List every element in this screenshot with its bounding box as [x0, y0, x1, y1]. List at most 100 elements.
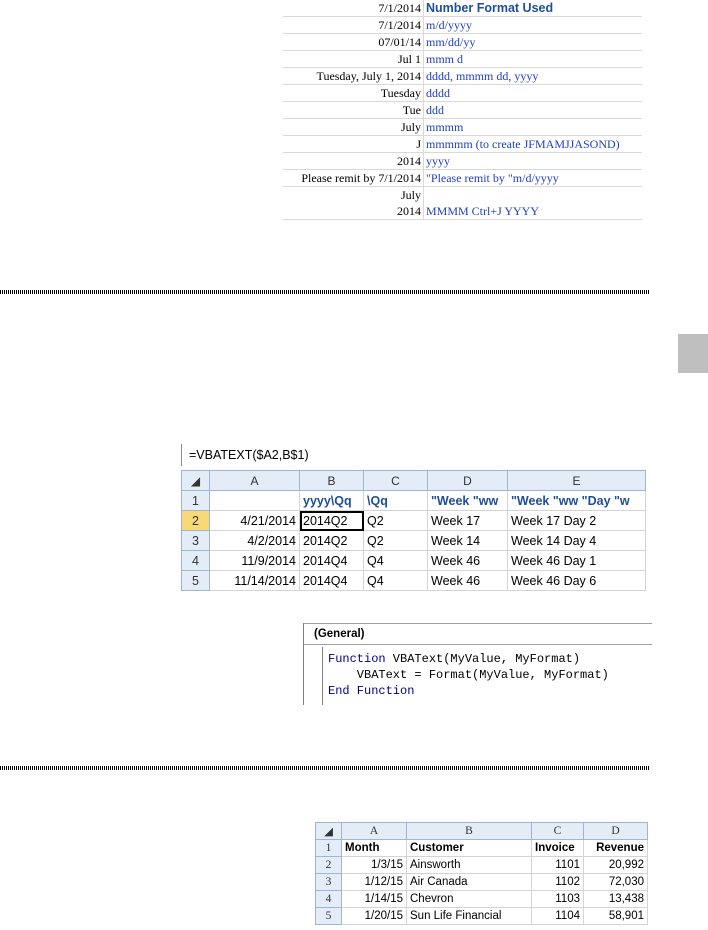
- format-table-row: Jul 1 mmm d: [283, 50, 642, 68]
- cell[interactable]: Customer: [406, 839, 532, 857]
- row-header[interactable]: 5: [315, 907, 342, 925]
- row-header[interactable]: 2: [315, 856, 342, 874]
- cell[interactable]: [209, 490, 300, 511]
- cell[interactable]: Week 46 Day 6: [507, 570, 646, 591]
- code-text: VBAText(MyValue, MyFormat): [385, 652, 581, 666]
- cell[interactable]: 1/14/15: [341, 890, 407, 908]
- cell[interactable]: 4/2/2014: [209, 530, 300, 551]
- format-code-cell: [424, 187, 643, 204]
- format-table-row: Jmmmmm (to create JFMAMJJASOND): [283, 135, 642, 153]
- cell[interactable]: Q2: [363, 530, 428, 551]
- cell[interactable]: Q2: [363, 510, 428, 531]
- column-header[interactable]: C: [531, 822, 584, 840]
- format-code-cell: "Please remit by "m/d/yyyy: [423, 169, 642, 187]
- format-value-cell: J: [283, 135, 424, 153]
- cell[interactable]: Ainsworth: [406, 856, 532, 874]
- format-value-cell: Tue: [283, 101, 424, 119]
- table-row: 3 1/12/15 Air Canada 1102 72,030: [315, 873, 648, 891]
- cell[interactable]: 2014Q4: [299, 570, 364, 591]
- column-header[interactable]: A: [209, 470, 300, 491]
- column-header[interactable]: C: [363, 470, 428, 491]
- section-divider: [0, 766, 650, 770]
- object-dropdown[interactable]: (General): [304, 623, 652, 645]
- cell[interactable]: "Week "ww: [427, 490, 508, 511]
- row-header[interactable]: 4: [181, 550, 210, 571]
- column-header[interactable]: D: [583, 822, 648, 840]
- row-header[interactable]: 1: [181, 490, 210, 511]
- cell[interactable]: 1103: [531, 890, 584, 908]
- cell[interactable]: "Week "ww "Day "w: [507, 490, 646, 511]
- cell[interactable]: Week 14: [427, 530, 508, 551]
- cell[interactable]: Month: [341, 839, 407, 857]
- cell[interactable]: Q4: [363, 570, 428, 591]
- select-all-corner[interactable]: ◢: [181, 470, 210, 491]
- cell[interactable]: 1/3/15: [341, 856, 407, 874]
- formula-bar[interactable]: =VBATEXT($A2,B$1): [181, 444, 659, 466]
- format-value-cell: Please remit by 7/1/2014: [283, 169, 424, 187]
- format-code-cell: mmmmm (to create JFMAMJJASOND): [423, 135, 642, 153]
- cell[interactable]: Chevron: [406, 890, 532, 908]
- cell[interactable]: 72,030: [583, 873, 648, 891]
- column-header-row: ◢ A B C D E: [181, 470, 646, 491]
- spreadsheet-grid-2: ◢ A B C D 1 Month Customer Invoice Reven…: [315, 822, 648, 925]
- cell[interactable]: 1101: [531, 856, 584, 874]
- cell[interactable]: Invoice: [531, 839, 584, 857]
- format-table-row: 07/01/14 mm/dd/yy: [283, 33, 642, 51]
- vba-code-window: (General) Function VBAText(MyValue, MyFo…: [303, 623, 652, 705]
- cell[interactable]: 1102: [531, 873, 584, 891]
- table-row: 5 1/20/15 Sun Life Financial 1104 58,901: [315, 907, 648, 925]
- cell[interactable]: Sun Life Financial: [406, 907, 532, 925]
- spreadsheet-grid: ◢ A B C D E 1 yyyy\Qq \Qq "Week "ww "Wee…: [181, 470, 646, 591]
- cell[interactable]: 20,992: [583, 856, 648, 874]
- column-header[interactable]: D: [427, 470, 508, 491]
- vba-code[interactable]: Function VBAText(MyValue, MyFormat) VBAT…: [328, 651, 609, 699]
- cell[interactable]: Revenue: [583, 839, 648, 857]
- row-header[interactable]: 5: [181, 570, 210, 591]
- row-header[interactable]: 2: [181, 510, 210, 531]
- cell[interactable]: Air Canada: [406, 873, 532, 891]
- code-keyword: Function: [328, 652, 386, 666]
- cell[interactable]: Q4: [363, 550, 428, 571]
- cell[interactable]: 58,901: [583, 907, 648, 925]
- active-cell[interactable]: 2014Q2: [299, 510, 364, 531]
- format-code-cell: mmmm: [423, 118, 642, 136]
- cell[interactable]: Week 17 Day 2: [507, 510, 646, 531]
- format-table-row: Tue ddd: [283, 101, 642, 119]
- table-row: 1 yyyy\Qq \Qq "Week "ww "Week "ww "Day "…: [181, 490, 646, 511]
- cell[interactable]: Week 14 Day 4: [507, 530, 646, 551]
- format-code-cell: mm/dd/yy: [423, 33, 642, 51]
- cell[interactable]: 1104: [531, 907, 584, 925]
- table-row: 1 Month Customer Invoice Revenue: [315, 839, 648, 857]
- column-header[interactable]: E: [507, 470, 646, 491]
- cell[interactable]: 2014Q4: [299, 550, 364, 571]
- row-header[interactable]: 3: [181, 530, 210, 551]
- cell[interactable]: 2014Q2: [299, 530, 364, 551]
- cell[interactable]: \Qq: [363, 490, 428, 511]
- side-tab: [678, 334, 708, 373]
- row-header[interactable]: 3: [315, 873, 342, 891]
- cell[interactable]: Week 46: [427, 550, 508, 571]
- format-value-cell: Jul 1: [283, 50, 424, 68]
- cell[interactable]: 1/12/15: [341, 873, 407, 891]
- cell[interactable]: Week 46: [427, 570, 508, 591]
- cell[interactable]: 11/14/2014: [209, 570, 300, 591]
- cell[interactable]: Week 46 Day 1: [507, 550, 646, 571]
- cell[interactable]: 13,438: [583, 890, 648, 908]
- format-value-cell: 7/1/2014: [283, 0, 424, 17]
- cell[interactable]: 11/9/2014: [209, 550, 300, 571]
- format-code-cell: ddd: [423, 101, 642, 119]
- cell[interactable]: yyyy\Qq: [299, 490, 364, 511]
- row-header[interactable]: 1: [315, 839, 342, 857]
- column-header[interactable]: A: [341, 822, 407, 840]
- cell[interactable]: 4/21/2014: [209, 510, 300, 531]
- cell[interactable]: Week 17: [427, 510, 508, 531]
- format-table-row: July: [283, 186, 643, 204]
- column-header[interactable]: B: [299, 470, 364, 491]
- select-all-corner[interactable]: ◢: [315, 822, 342, 840]
- format-table-header-row: 7/1/2014 Number Format Used: [283, 0, 642, 17]
- column-header[interactable]: B: [406, 822, 532, 840]
- cell[interactable]: 1/20/15: [341, 907, 407, 925]
- row-header[interactable]: 4: [315, 890, 342, 908]
- format-code-cell: mmm d: [423, 50, 642, 68]
- table-row: 5 11/14/2014 2014Q4 Q4 Week 46 Week 46 D…: [181, 570, 646, 591]
